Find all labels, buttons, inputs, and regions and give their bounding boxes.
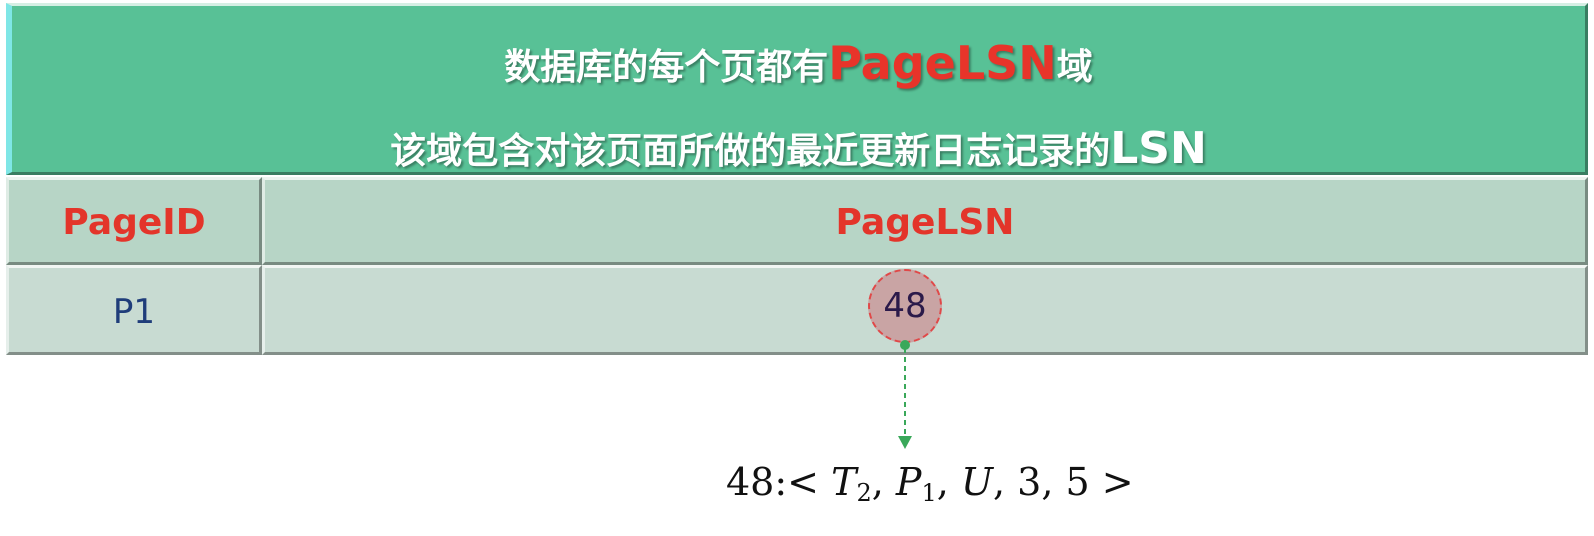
pointer-arrow (898, 340, 912, 449)
log-record-t-sub: 2 (856, 479, 872, 507)
arrow-head (898, 436, 912, 449)
log-record-lsn: 48 (726, 460, 775, 504)
log-record-p: P (895, 460, 922, 504)
log-record-t: T (831, 460, 857, 504)
log-record-u: U (960, 460, 993, 504)
log-record-open: < (787, 460, 832, 504)
log-record-close: > (1089, 460, 1134, 504)
log-record-v1: 3 (1017, 460, 1042, 504)
log-record-p-sub: 1 (921, 479, 937, 507)
log-record-v2: 5 (1065, 460, 1090, 504)
log-record-formula: 48:< T2, P1, U, 3, 5 > (726, 460, 1134, 507)
